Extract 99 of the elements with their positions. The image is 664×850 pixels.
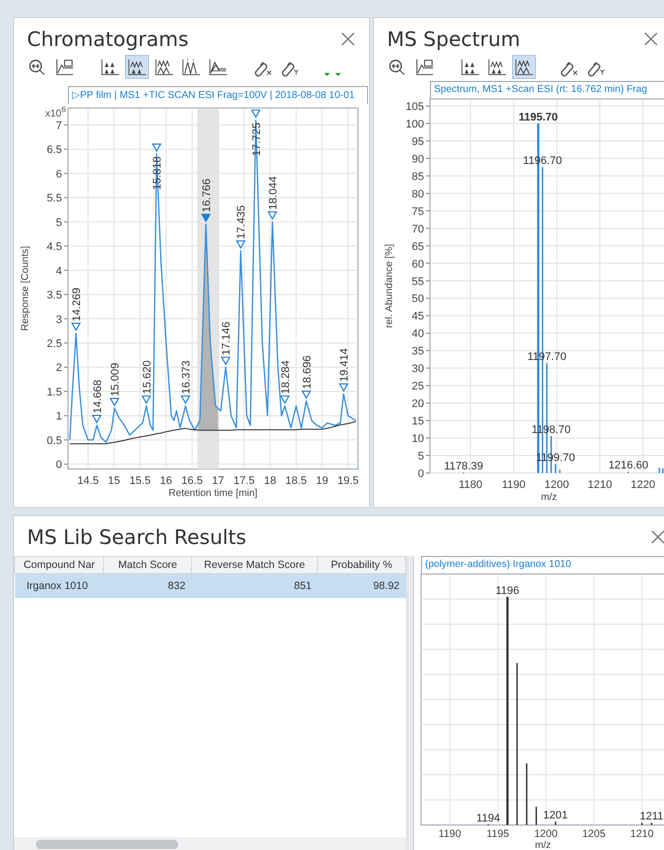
peak-label: 14.668 xyxy=(92,380,104,414)
peak-label: 1196 xyxy=(496,584,520,597)
axis-tick-label: 50 xyxy=(412,293,424,306)
axis-tick-label: 105 xyxy=(406,101,424,113)
table-cell[interactable]: 851 xyxy=(191,574,318,598)
axis-tick-label: 0 xyxy=(418,468,424,480)
axis-tick-label: 45 xyxy=(412,310,424,323)
axis-tick-label: 19.5 xyxy=(337,475,359,487)
axis-tick-label: 6.5 xyxy=(46,144,62,156)
axis-tick-label: 60 xyxy=(412,258,424,270)
axis-tick-label: 1220 xyxy=(630,479,656,491)
panel-title: Chromatograms xyxy=(27,27,189,51)
axis-tick-label: 2.5 xyxy=(46,338,62,350)
axis-tick-label: 1210 xyxy=(630,828,654,840)
axis-scale-label: x10$^{6}$ xyxy=(45,104,66,120)
peak-label: 14.269 xyxy=(71,288,83,322)
axis-tick-label: 30 xyxy=(412,363,424,376)
peak-label: 18.696 xyxy=(301,356,314,390)
column-header[interactable]: Match Score xyxy=(104,556,192,574)
peak-label: 17.725 xyxy=(250,122,263,156)
chart-title: (polymer-additives) Irganox 1010 xyxy=(421,556,664,574)
axis-tick-label: 80 xyxy=(412,188,424,200)
axis-tick-label: 35 xyxy=(412,346,424,358)
peak-label: 1178.39 xyxy=(444,460,484,472)
axis-tick-label: 4 xyxy=(56,265,62,278)
peak-label: 15.818 xyxy=(152,156,164,190)
axis-tick-label: 1190 xyxy=(438,828,462,840)
chart-title: Spectrum, MS1 +Scan ESI (rt: 16.762 min) Frag xyxy=(430,81,664,99)
axis-tick-label: 1 xyxy=(56,410,62,423)
axis-tick-label: 90 xyxy=(412,153,424,166)
axis-tick-label: 65 xyxy=(412,240,424,253)
peak-label: 18.284 xyxy=(280,360,292,394)
axis-tick-label: 4.5 xyxy=(46,241,62,254)
axis-tick-label: 18 xyxy=(264,475,276,487)
axis-tick-label: 95 xyxy=(412,136,424,148)
axis-title: m/z xyxy=(534,840,552,850)
axis-tick-label: 1.5 xyxy=(46,386,62,398)
peak-label: 18.044 xyxy=(267,176,280,210)
axis-tick-label: 100 xyxy=(406,118,424,130)
peak-label: 1211 xyxy=(640,810,664,823)
axis-tick-label: 1195 xyxy=(486,828,510,840)
axis-tick-label: 5 xyxy=(418,450,424,463)
axis-tick-label: 1180 xyxy=(458,479,482,491)
axis-tick-label: 5 xyxy=(56,216,62,229)
axis-tick-label: 7 xyxy=(56,120,62,132)
axis-tick-label: 18.5 xyxy=(285,475,307,487)
axis-tick-label: 19 xyxy=(316,475,328,487)
axis-tick-label: 1200 xyxy=(534,828,558,840)
axis-title: Response [Counts] xyxy=(20,246,31,332)
peak-label: 1201 xyxy=(543,810,568,822)
peak-label: 17.146 xyxy=(220,322,233,356)
axis-tick-label: 14.5 xyxy=(77,475,99,487)
axis-tick-label: 16 xyxy=(160,475,172,487)
peak-label: 1216.60 xyxy=(608,460,648,472)
axis-tick-label: 40 xyxy=(412,328,424,340)
axis-tick-label: 1210 xyxy=(588,479,612,491)
peak-label: 15.009 xyxy=(110,362,122,396)
peak-label: 1195.70 xyxy=(518,111,558,124)
axis-tick-label: 17 xyxy=(212,475,224,487)
table-cell[interactable]: 98.92 xyxy=(318,574,406,598)
chart-title: ▷PP film | MS1 +TIC SCAN ESI Frag=100V | 2018-08-08 10-01 xyxy=(68,86,368,104)
axis-title: Retention time [min] xyxy=(168,488,258,499)
axis-tick-label: 15 xyxy=(108,475,120,487)
axis-tick-label: 3 xyxy=(56,314,62,326)
axis-tick-label: 70 xyxy=(412,223,424,236)
peak-label: 1194 xyxy=(476,812,500,824)
column-header[interactable]: Compound Nar xyxy=(14,556,104,574)
axis-tick-label: 15.5 xyxy=(129,475,151,487)
peak-label: 17.435 xyxy=(236,205,248,239)
axis-tick-label: 1190 xyxy=(502,479,526,491)
table-cell[interactable]: Irganox 1010 xyxy=(14,574,104,598)
axis-tick-label: 3.5 xyxy=(46,290,62,302)
peak-label: 16.373 xyxy=(180,360,192,394)
column-header[interactable]: Reverse Match Score xyxy=(191,556,318,574)
axis-tick-label: 1205 xyxy=(582,828,606,840)
axis-tick-label: 2 xyxy=(56,362,62,374)
table-cell[interactable]: 832 xyxy=(104,574,192,598)
axis-tick-label: 85 xyxy=(412,170,424,183)
axis-tick-label: 55 xyxy=(412,276,424,288)
axis-tick-label: 10 xyxy=(412,433,424,446)
axis-title: rel. Abundance [%] xyxy=(384,244,395,328)
axis-tick-label: 20 xyxy=(412,398,424,410)
column-header[interactable]: Probability % xyxy=(318,556,406,574)
panel-title: MS Spectrum xyxy=(387,27,520,51)
axis-tick-label: 0.5 xyxy=(46,434,62,447)
peak-label: 19.414 xyxy=(338,348,351,382)
axis-tick-label: 16.5 xyxy=(181,475,203,487)
peak-label: 16.766 xyxy=(200,178,213,212)
axis-tick-label: 6 xyxy=(56,168,62,180)
panel-title: MS Lib Search Results xyxy=(27,525,246,549)
peak-label: 15.620 xyxy=(141,360,154,394)
axis-tick-label: 1200 xyxy=(544,479,569,491)
axis-tick-label: 25 xyxy=(412,380,424,393)
axis-tick-label: 0 xyxy=(56,459,62,472)
axis-tick-label: 5.5 xyxy=(46,192,62,205)
axis-tick-label: 75 xyxy=(412,206,424,218)
axis-tick-label: 17.5 xyxy=(233,475,255,487)
axis-title: m/z xyxy=(540,492,558,503)
axis-tick-label: 15 xyxy=(412,416,424,428)
